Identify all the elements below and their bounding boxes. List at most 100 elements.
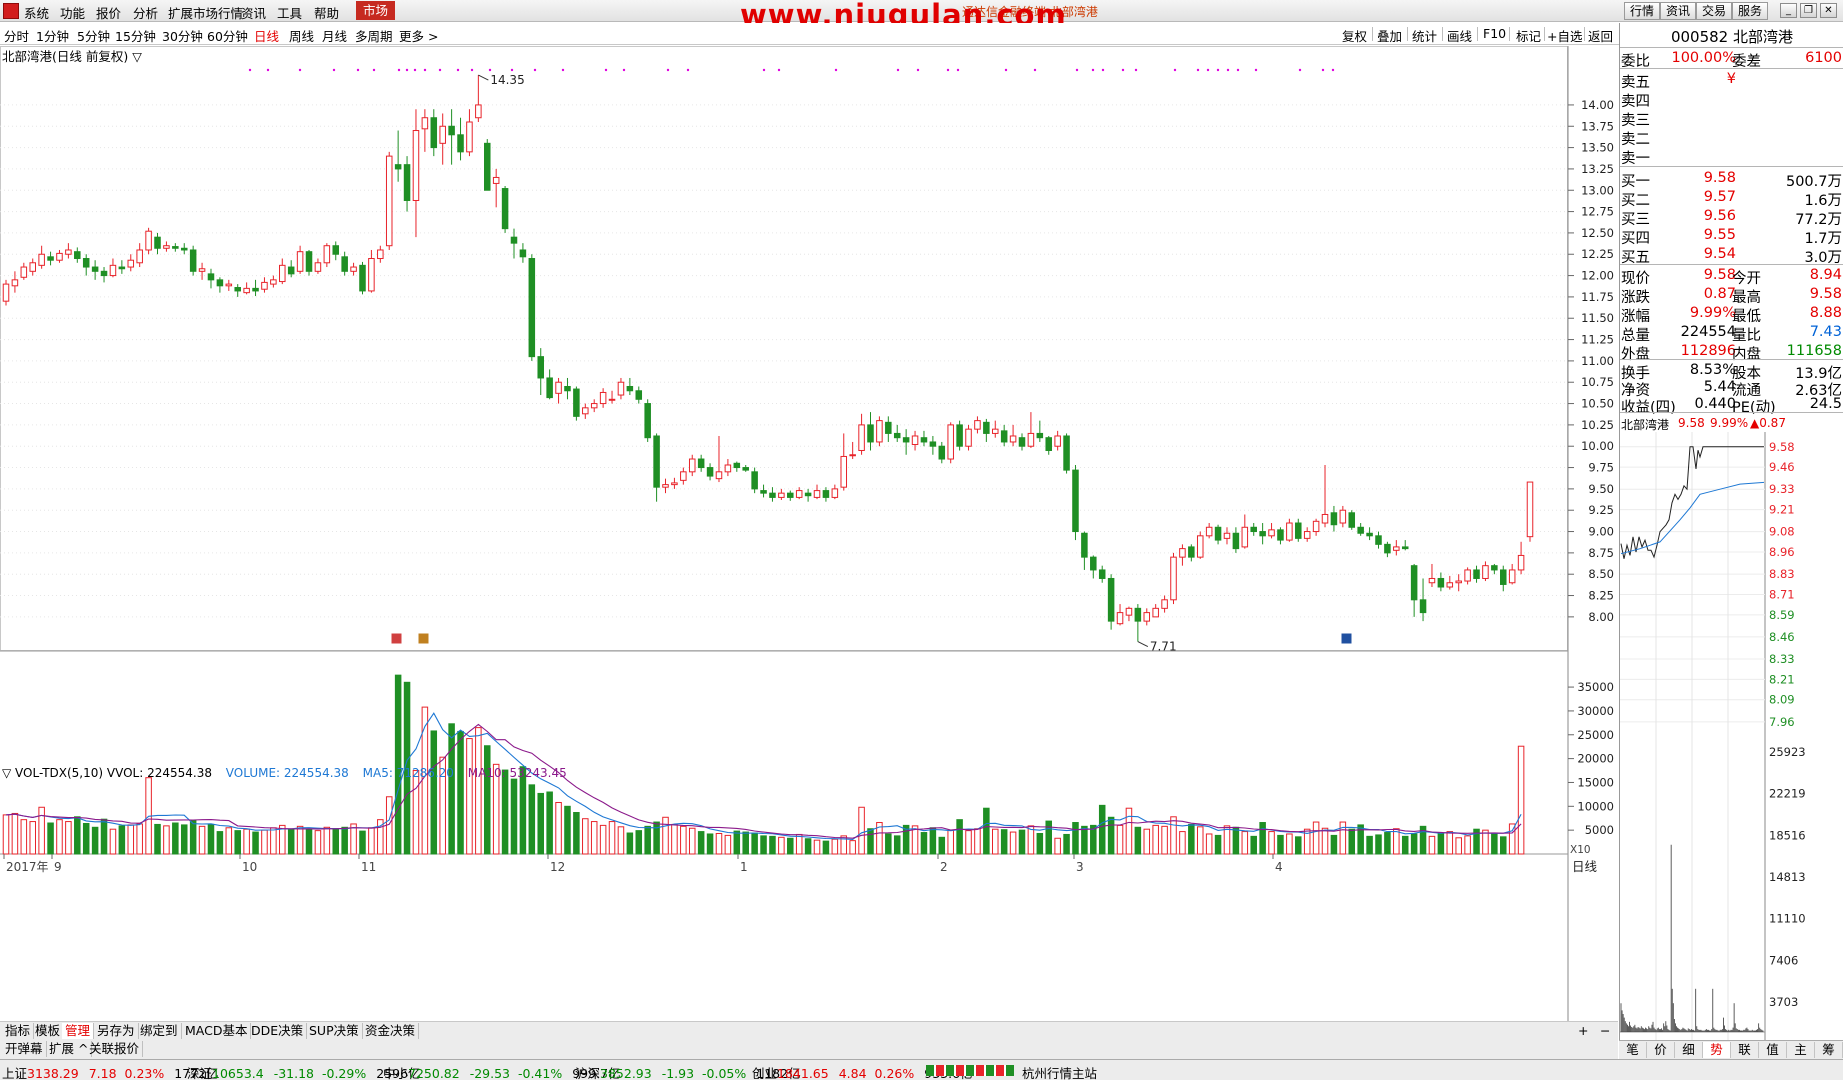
tab-dde[interactable]: DDE决策 — [248, 1023, 308, 1039]
down-candle — [1098, 569, 1106, 579]
zoom-in-button[interactable]: + — [1578, 1023, 1588, 1038]
down-volume-bar — [287, 828, 295, 855]
danmaku-toggle[interactable]: 开弹幕 — [2, 1041, 47, 1057]
right-tab-5[interactable]: 值 — [1759, 1042, 1787, 1058]
up-candle — [555, 381, 562, 394]
buy-price: 9.56 — [1703, 208, 1736, 224]
up-volume-bar — [38, 806, 45, 855]
up-candle — [1125, 607, 1133, 616]
menu-help[interactable]: 帮助 — [314, 3, 339, 22]
up-volume-bar — [608, 821, 616, 855]
price-tick-label: 9.00 — [1588, 525, 1614, 539]
period-tab-multi[interactable]: 多周期 — [355, 26, 393, 45]
menu-analysis[interactable]: 分析 — [133, 3, 158, 22]
period-tab-more[interactable]: 更多 > — [399, 26, 438, 45]
down-volume-bar — [733, 830, 741, 855]
down-candle — [287, 266, 295, 275]
up-candle — [662, 484, 669, 488]
right-tab-3[interactable]: 势 — [1703, 1042, 1731, 1058]
down-candle — [1134, 607, 1142, 622]
tab-manage[interactable]: 管理 — [62, 1023, 95, 1039]
down-candle — [1259, 531, 1266, 537]
up-candle — [813, 490, 821, 498]
adjust-button[interactable]: 复权 — [1342, 26, 1367, 45]
right-tab-6[interactable]: 主 — [1787, 1042, 1815, 1058]
add-watchlist-button[interactable]: +自选 — [1547, 26, 1582, 45]
up-volume-bar — [136, 823, 143, 855]
menu-info[interactable]: 资讯 — [241, 3, 266, 22]
period-tab-30min[interactable]: 30分钟 — [162, 26, 203, 45]
event-dot — [1173, 68, 1177, 72]
tab-save-as[interactable]: 另存为 — [94, 1023, 139, 1039]
mini-price-label: 9.21 — [1769, 503, 1795, 517]
up-candle — [1241, 526, 1249, 548]
menu-system[interactable]: 系统 — [24, 3, 49, 22]
up-candle — [582, 407, 589, 415]
down-candle — [1090, 556, 1097, 571]
trade-button[interactable]: 交易 — [1696, 2, 1733, 20]
period-tab-60min[interactable]: 60分钟 — [207, 26, 248, 45]
up-candle — [724, 464, 732, 473]
stat2-value: 0.440 — [1694, 396, 1736, 412]
price-tick-label: 11.50 — [1581, 311, 1614, 325]
up-volume-bar — [1517, 745, 1525, 855]
related-quote-button[interactable]: 关联报价 — [86, 1041, 144, 1057]
app-window: 系统 功能 报价 分析 扩展市场行情 资讯 工具 帮助 市场 通达信金融终端 北… — [0, 0, 1843, 1080]
vol-indicator-name[interactable]: ▽ VOL-TDX(5,10) VVOL: 224554.38 — [2, 766, 212, 780]
period-tab-weekly[interactable]: 周线 — [289, 26, 314, 45]
info-button[interactable]: 资讯 — [1660, 2, 1697, 20]
right-tab-1[interactable]: 价 — [1647, 1042, 1675, 1058]
tab-bind-to[interactable]: 绑定到 — [137, 1023, 182, 1039]
menu-extended-market[interactable]: 扩展市场行情 — [168, 3, 243, 22]
tab-macd[interactable]: MACD基本 — [182, 1023, 252, 1039]
menu-market-button[interactable]: 市场 — [356, 1, 396, 20]
zoom-out-button[interactable]: − — [1600, 1023, 1610, 1038]
tab-template[interactable]: 模板 — [32, 1023, 65, 1039]
period-tab-daily[interactable]: 日线 — [254, 26, 279, 45]
intraday-mini-chart[interactable]: 9.58 9.46 9.33 9.21 9.08 8.96 8.83 8.71 8.59 8.46… — [1620, 432, 1843, 1062]
up-volume-bar — [1205, 833, 1213, 855]
mini-price-label: 9.33 — [1769, 482, 1795, 496]
back-button[interactable]: 返回 — [1588, 26, 1613, 45]
down-candle — [564, 385, 571, 392]
draw-line-button[interactable]: 画线 — [1447, 26, 1472, 45]
period-tab-monthly[interactable]: 月线 — [322, 26, 347, 45]
period-tab-15min[interactable]: 15分钟 — [115, 26, 156, 45]
f10-button[interactable]: F10 — [1483, 26, 1506, 41]
up-candle — [911, 435, 919, 446]
right-tab-4[interactable]: 联 — [1731, 1042, 1759, 1058]
period-tab-timeshare[interactable]: 分时 — [4, 26, 29, 45]
up-candle — [11, 279, 19, 287]
mark-button[interactable]: 标记 — [1516, 26, 1541, 45]
menu-quote[interactable]: 报价 — [96, 3, 121, 22]
server-name[interactable]: 杭州行情主站 — [1022, 1063, 1097, 1080]
stats-button[interactable]: 统计 — [1412, 26, 1437, 45]
period-tab-5min[interactable]: 5分钟 — [77, 26, 110, 45]
right-tab-0[interactable]: 笔 — [1619, 1042, 1647, 1058]
down-candle — [1330, 512, 1338, 526]
down-candle — [305, 251, 313, 272]
stat-row: 涨幅 9.99% 最低 8.88 — [1620, 304, 1843, 325]
period-tab-1min[interactable]: 1分钟 — [36, 26, 69, 45]
tab-fund[interactable]: 资金决策 — [362, 1023, 420, 1039]
restore-icon[interactable]: ❐ — [1800, 3, 1817, 18]
right-tab-7[interactable]: 筹 — [1815, 1042, 1843, 1058]
right-tab-2[interactable]: 细 — [1675, 1042, 1703, 1058]
down-candle — [172, 246, 179, 249]
overlay-button[interactable]: 叠加 — [1377, 26, 1402, 45]
quote-button[interactable]: 行情 — [1624, 2, 1661, 20]
volume-tick-label: 20000 — [1577, 752, 1614, 766]
up-volume-bar — [475, 727, 482, 855]
minimize-icon[interactable]: _ — [1780, 3, 1797, 18]
service-button[interactable]: 服务 — [1732, 2, 1769, 20]
close-icon[interactable]: ✕ — [1820, 3, 1837, 18]
down-volume-bar — [626, 832, 634, 855]
menu-tools[interactable]: 工具 — [277, 3, 302, 22]
tab-sup[interactable]: SUP决策 — [306, 1023, 363, 1039]
kline-chart[interactable]: 14.00 13.75 13.50 13.25 13.00 12.75 12.50 12.25… — [0, 46, 1619, 1021]
event-dot — [1004, 68, 1008, 72]
up-candle — [29, 262, 36, 272]
down-candle — [180, 247, 188, 251]
menu-function[interactable]: 功能 — [60, 3, 85, 22]
tab-indicator[interactable]: 指标 — [2, 1023, 35, 1039]
